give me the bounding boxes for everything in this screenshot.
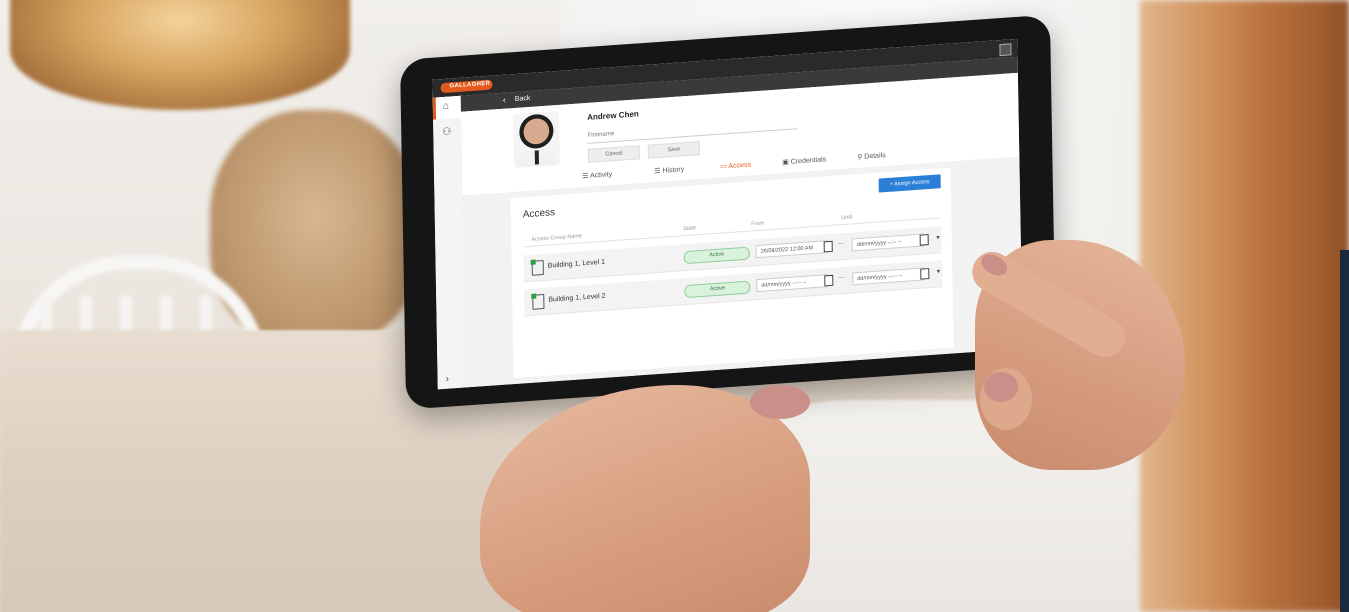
avatar	[513, 110, 561, 169]
window-button[interactable]	[999, 43, 1012, 57]
from-date-input[interactable]: dd/mm/yyyy --:-- --	[756, 274, 829, 293]
cancel-button[interactable]: Cancel	[587, 145, 640, 163]
save-button[interactable]: Save	[647, 141, 700, 159]
access-group-name: Building 1, Level 2	[548, 292, 606, 304]
until-date-input[interactable]: dd/mm/yyyy --:-- --	[851, 233, 924, 252]
dark-edge-strip	[1340, 250, 1349, 612]
thumb	[980, 368, 1032, 430]
calendar-icon[interactable]	[824, 274, 834, 287]
access-title: Access	[522, 207, 556, 221]
tab-activity[interactable]: ☰ Activity	[582, 170, 612, 180]
access-group-name: Building 1, Level 1	[547, 258, 606, 270]
column-header-state: State	[683, 225, 697, 233]
photo-scene: GALLAGHER ⌂ ⚇ › ‹ Back Andrew Chen First…	[0, 0, 1349, 612]
back-label: Back	[514, 94, 531, 103]
tablet-device: GALLAGHER ⌂ ⚇ › ‹ Back Andrew Chen First…	[400, 14, 1057, 410]
from-date-input[interactable]: 26/08/2022 12:00 AM	[755, 240, 828, 259]
firstname-field[interactable]: Firstname	[587, 118, 798, 144]
column-header-from: From	[751, 220, 765, 228]
chevron-left-icon: ‹	[502, 94, 506, 105]
column-header-name: Access Group Name	[531, 233, 583, 243]
cardholder-name: Andrew Chen	[587, 109, 639, 122]
expand-rail-icon[interactable]: ›	[446, 374, 450, 385]
status-badge: Active	[684, 280, 751, 299]
until-date-input[interactable]: dd/mm/yyyy --:-- --	[852, 267, 925, 286]
calendar-icon[interactable]	[920, 268, 930, 280]
content-area: Access + Assign Access Access Group Name…	[462, 156, 1023, 388]
tab-history[interactable]: ☰ History	[654, 165, 684, 175]
access-card: Access + Assign Access Access Group Name…	[510, 167, 954, 379]
door-icon	[532, 293, 545, 310]
gallagher-logo: GALLAGHER	[440, 79, 493, 94]
column-header-until: Until	[841, 214, 853, 222]
home-icon: ⌂	[442, 100, 449, 113]
home-nav[interactable]: ⌂	[432, 95, 463, 120]
tablet-screen: GALLAGHER ⌂ ⚇ › ‹ Back Andrew Chen First…	[432, 38, 1023, 390]
tab-details[interactable]: ⚲ Details	[857, 151, 886, 161]
calendar-icon[interactable]	[919, 234, 929, 246]
tab-credentials[interactable]: ▣ Credentials	[782, 155, 826, 166]
assign-access-button[interactable]: + Assign Access	[878, 174, 941, 193]
chevron-down-icon[interactable]: ▾	[936, 233, 940, 241]
door-icon	[531, 259, 544, 276]
calendar-icon[interactable]	[823, 240, 833, 253]
chevron-down-icon[interactable]: ▾	[937, 267, 941, 275]
people-icon[interactable]: ⚇	[442, 126, 451, 138]
status-badge: Active	[683, 246, 750, 265]
tab-access[interactable]: ▭ Access	[720, 161, 751, 171]
